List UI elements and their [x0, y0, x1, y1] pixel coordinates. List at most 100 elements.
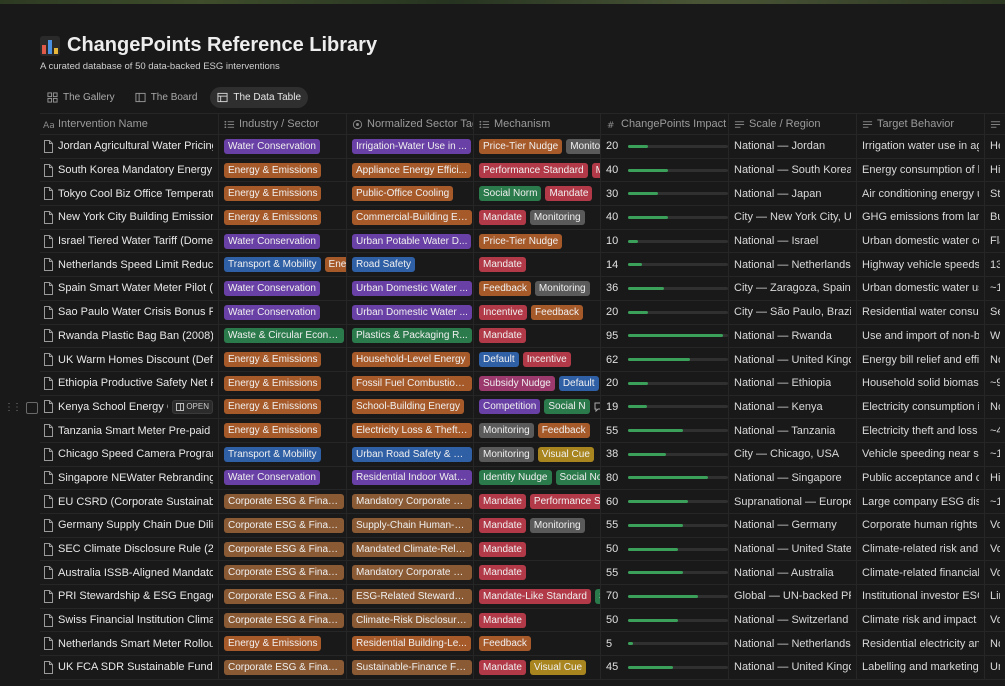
cell-mechanism[interactable]: Default Incentive [474, 348, 601, 371]
cell-extra[interactable]: Hig [985, 159, 1005, 182]
cell-extra[interactable]: Un [985, 656, 1005, 679]
cell-target-behavior[interactable]: Residential water consumptic [857, 300, 985, 324]
cell-intervention-name[interactable]: Sao Paulo Water Crisis Bonus Progra [40, 300, 219, 324]
cell-intervention-name[interactable]: EU CSRD (Corporate Sustainability R [40, 490, 219, 513]
cell-target-behavior[interactable]: Climate-related risk and emis [857, 537, 985, 561]
cell-extra[interactable]: Sev [985, 301, 1005, 324]
cell-target-behavior[interactable]: Highway vehicle speeds and [857, 253, 985, 277]
table-row[interactable]: UK Warm Homes Discount (Default F Energy … [40, 348, 1005, 372]
cell-extra[interactable]: No [985, 632, 1005, 655]
cell-scale-region[interactable]: National — United Kingdom [729, 656, 857, 679]
cell-scale-region[interactable]: Supranational — European U [729, 490, 857, 513]
column-header-mechanism[interactable]: Mechanism [474, 114, 601, 134]
cell-industry-sector[interactable]: Corporate ESG & Finance [219, 490, 347, 513]
cell-mechanism[interactable]: Mandate [474, 324, 601, 348]
cell-mechanism[interactable]: Identity NudgeSocial Nor [474, 466, 601, 490]
cell-target-behavior[interactable]: Institutional investor ESG eng [857, 585, 985, 608]
cell-intervention-name[interactable]: Ethiopia Productive Safety Net Progr [40, 371, 219, 395]
table-row[interactable]: New York City Building Emissions La Energ… [40, 206, 1005, 230]
cell-intervention-name[interactable]: Israel Tiered Water Tariff (Domestic) [40, 229, 219, 253]
cell-scale-region[interactable]: City — New York City, USA [729, 206, 857, 229]
table-row[interactable]: Tanzania Smart Meter Pre-paid Elect Energ… [40, 419, 1005, 443]
table-row[interactable]: PRI Stewardship & ESG Engagement Corporat… [40, 585, 1005, 609]
cell-mechanism[interactable]: Feedback Monitoring [474, 277, 601, 300]
cell-impact[interactable]: 50 [601, 537, 729, 561]
cell-mechanism[interactable]: MandatePerformance Sta [474, 490, 601, 513]
cell-target-behavior[interactable]: Electricity theft and loss in d [857, 419, 985, 442]
cell-scale-region[interactable]: National — Netherlands [729, 632, 857, 656]
cell-normalized-sector-tag[interactable]: ESG-Related Stewardsh... [347, 585, 474, 608]
table-row[interactable]: Australia ISSB-Aligned Mandatory Cl Corpo… [40, 561, 1005, 586]
column-header-scale-region[interactable]: Scale / Region [729, 114, 857, 134]
cell-target-behavior[interactable]: Irrigation water use in agricu [857, 135, 985, 158]
cell-target-behavior[interactable]: Climate-related financial disc [857, 561, 985, 585]
tab-gallery[interactable]: The Gallery [40, 87, 122, 108]
cell-intervention-name[interactable]: SEC Climate Disclosure Rule (2024) [40, 537, 219, 561]
cell-industry-sector[interactable]: Transport & Mobility [219, 442, 347, 466]
cell-extra[interactable]: ~1 [985, 277, 1005, 300]
cell-target-behavior[interactable]: Electricity consumption in sc [857, 395, 985, 419]
cell-industry-sector[interactable]: Water Conservation [219, 277, 347, 300]
cell-scale-region[interactable]: National — Jordan [729, 135, 857, 158]
cell-scale-region[interactable]: National — Australia [729, 561, 857, 585]
cell-normalized-sector-tag[interactable]: Residential Building-Le... [347, 632, 474, 656]
table-row[interactable]: Netherlands Smart Meter Rollout wit Energ… [40, 632, 1005, 657]
cell-target-behavior[interactable]: Labelling and marketing of su [857, 656, 985, 679]
cell-impact[interactable]: 19 [601, 395, 729, 419]
cell-scale-region[interactable]: National — Israel [729, 229, 857, 253]
cell-impact[interactable]: 50 [601, 608, 729, 632]
tab-board[interactable]: The Board [128, 87, 205, 108]
cell-impact[interactable]: 45 [601, 656, 729, 679]
cell-extra[interactable]: Nov [985, 348, 1005, 371]
cell-extra[interactable]: ~1 [985, 443, 1005, 466]
cell-normalized-sector-tag[interactable]: Residential Indoor Wate... [347, 466, 474, 490]
cell-target-behavior[interactable]: Public acceptance and consu [857, 466, 985, 490]
cell-mechanism[interactable]: Mandate [474, 537, 601, 561]
cell-extra[interactable]: Lin [985, 585, 1005, 608]
cell-target-behavior[interactable]: Urban domestic water use in [857, 277, 985, 300]
cell-mechanism[interactable]: Performance StandardMa [474, 158, 601, 182]
cell-target-behavior[interactable]: Air conditioning energy use i [857, 182, 985, 206]
column-header-intervention-name[interactable]: Aa Intervention Name [40, 114, 219, 134]
cell-intervention-name[interactable]: Spain Smart Water Meter Pilot (Zara [40, 277, 219, 300]
cell-impact[interactable]: 55 [601, 419, 729, 442]
table-row[interactable]: Chicago Speed Camera Programme Transport … [40, 442, 1005, 467]
column-header-target-behavior[interactable]: Target Behavior [857, 114, 985, 134]
cell-target-behavior[interactable]: Use and import of non-biode [857, 324, 985, 348]
cell-target-behavior[interactable]: Residential electricity and ga [857, 632, 985, 656]
cell-normalized-sector-tag[interactable]: Household-Level Energy [347, 348, 474, 371]
cell-mechanism[interactable]: Subsidy Nudge Default [474, 371, 601, 395]
cell-impact[interactable]: 20 [601, 371, 729, 395]
table-row[interactable]: UK FCA SDR Sustainable Fund Label Corpora… [40, 656, 1005, 680]
cell-extra[interactable]: ~1 [985, 490, 1005, 513]
cell-normalized-sector-tag[interactable]: Public-Office Cooling [347, 182, 474, 206]
cell-industry-sector[interactable]: Water Conservation [219, 229, 347, 253]
cell-scale-region[interactable]: Global — UN-backed PRI [729, 585, 857, 608]
cell-scale-region[interactable]: National — United Kingdom [729, 348, 857, 371]
cell-industry-sector[interactable]: Waste & Circular Econo... [219, 324, 347, 348]
cell-intervention-name[interactable]: PRI Stewardship & ESG Engagement [40, 585, 219, 608]
cell-impact[interactable]: 55 [601, 561, 729, 585]
table-row[interactable]: ⋮⋮ Kenya School Energy Con OPEN Energy & Em… [4, 395, 1005, 420]
cell-industry-sector[interactable]: Water Conservation [219, 135, 347, 158]
cell-intervention-name[interactable]: Australia ISSB-Aligned Mandatory Cl [40, 561, 219, 585]
column-header-industry-sector[interactable]: Industry / Sector [219, 114, 347, 134]
cell-mechanism[interactable]: Monitoring Feedback [474, 419, 601, 442]
table-row[interactable]: South Korea Mandatory Energy Effic Energy… [40, 158, 1005, 183]
cell-scale-region[interactable]: National — Rwanda [729, 324, 857, 348]
cell-industry-sector[interactable]: Energy & Emissions [219, 395, 347, 419]
cell-impact[interactable]: 80 [601, 466, 729, 490]
cell-scale-region[interactable]: National — Ethiopia [729, 371, 857, 395]
cell-extra[interactable]: Vol [985, 561, 1005, 584]
cell-industry-sector[interactable]: Corporate ESG & Finance [219, 656, 347, 679]
cell-normalized-sector-tag[interactable]: Sustainable-Finance Fu... [347, 656, 474, 679]
cell-mechanism[interactable]: Mandate-Like StandardS [474, 585, 601, 608]
cell-extra[interactable]: Sta [985, 182, 1005, 205]
cell-impact[interactable]: 95 [601, 324, 729, 348]
drag-handle-icon[interactable]: ⋮⋮ [4, 402, 22, 413]
cell-target-behavior[interactable]: Energy consumption of house [857, 158, 985, 182]
cell-scale-region[interactable]: National — Japan [729, 182, 857, 206]
cell-normalized-sector-tag[interactable]: Mandatory Corporate S... [347, 490, 474, 513]
table-row[interactable]: SEC Climate Disclosure Rule (2024) Corpor… [40, 537, 1005, 562]
cell-intervention-name[interactable]: South Korea Mandatory Energy Effic [40, 158, 219, 182]
